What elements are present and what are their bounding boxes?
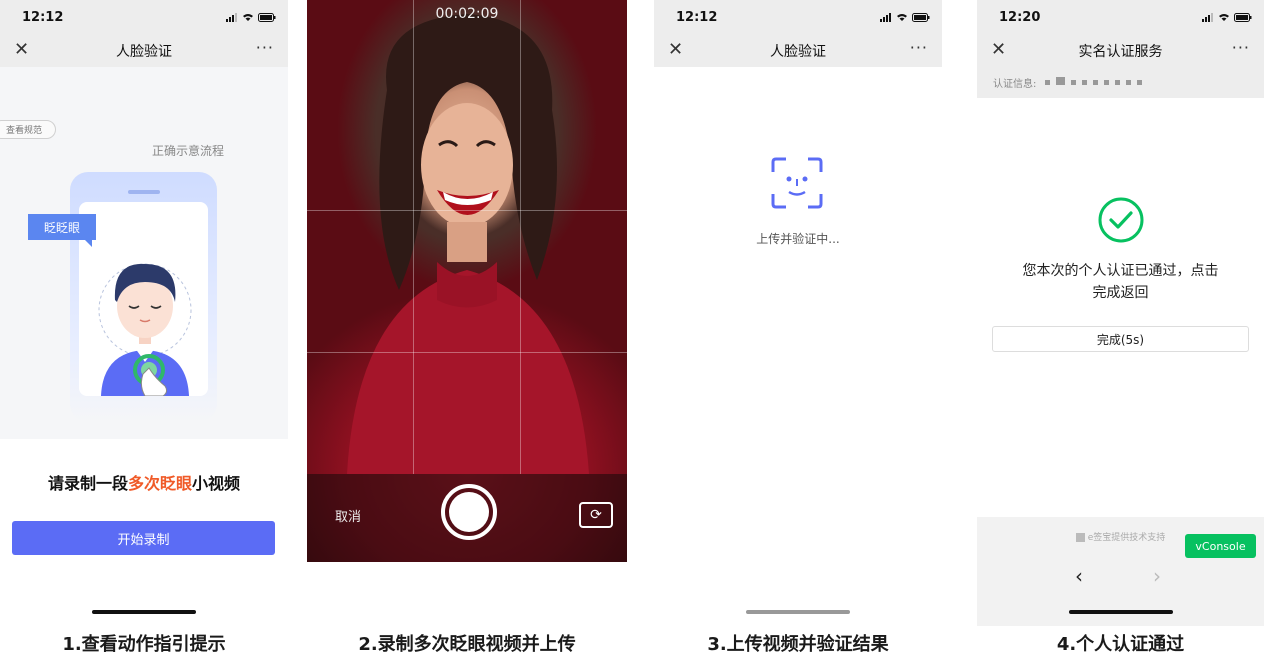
wifi-icon — [1219, 13, 1229, 21]
provider-text: e签宝提供技术支持 — [1087, 533, 1166, 543]
blink-action-tag: 眨眨眼 — [28, 214, 96, 247]
face-scan-icon — [771, 157, 823, 209]
signal-icon — [226, 12, 237, 22]
step-caption: 3.上传视频并验证结果 — [707, 634, 889, 655]
wifi-icon — [243, 13, 253, 21]
nav-bar: ✕ 实名认证服务 ··· — [977, 34, 1264, 67]
status-time: 12:12 — [22, 9, 64, 25]
masked-cert-info — [1042, 77, 1145, 88]
phone-notch — [128, 190, 160, 194]
close-icon[interactable]: ✕ — [668, 40, 683, 60]
nav-bar: ✕ 人脸验证 ··· — [654, 34, 942, 67]
home-indicator — [1068, 610, 1173, 614]
forward-arrow-icon[interactable]: › — [1153, 564, 1161, 588]
status-icons — [880, 12, 930, 22]
phone-screen — [79, 202, 208, 397]
screen-camera-recording: 00:02:09 取消 ⟳ — [307, 0, 627, 562]
success-check-icon — [1098, 197, 1144, 243]
success-message-line: 您本次的个人认证已通过，点击 — [1022, 263, 1219, 279]
success-message: 您本次的个人认证已通过，点击 完成返回 — [997, 260, 1244, 304]
phone-illustration — [70, 172, 217, 422]
close-icon[interactable]: ✕ — [14, 40, 29, 60]
cert-info-label: 认证信息: — [993, 79, 1037, 90]
recording-timer: 00:02:09 — [435, 6, 499, 22]
signal-icon — [880, 12, 891, 22]
view-spec-button[interactable]: 查看规范 — [0, 120, 56, 139]
start-recording-button[interactable]: 开始录制 — [12, 521, 275, 555]
flip-camera-icon[interactable]: ⟳ — [579, 502, 613, 528]
status-bar: 12:12 — [654, 0, 942, 34]
battery-icon — [258, 12, 276, 22]
back-arrow-icon[interactable]: ‹ — [1075, 564, 1083, 588]
home-indicator — [746, 610, 850, 614]
upload-status-text: 上传并验证中... — [756, 232, 840, 246]
page-title: 人脸验证 — [770, 43, 826, 60]
status-bar: 12:12 — [0, 0, 288, 34]
certification-info-bar: 认证信息: — [977, 67, 1264, 98]
more-icon[interactable]: ··· — [1232, 38, 1250, 57]
prompt-highlight: 多次眨眼 — [127, 474, 192, 493]
page-title: 实名认证服务 — [1078, 43, 1163, 60]
camera-grid-line — [520, 0, 521, 474]
prompt-text-end: 小视频 — [192, 474, 241, 493]
status-icons — [1202, 12, 1252, 22]
home-indicator — [92, 610, 196, 614]
status-bar: 12:20 — [977, 0, 1264, 34]
battery-icon — [1234, 12, 1252, 22]
prompt-text-start: 请录制一段 — [47, 474, 128, 493]
done-button[interactable]: 完成(5s) — [992, 326, 1249, 352]
screen-verification-passed: 12:20 ✕ 实名认证服务 ··· 认证信息: 您本次的个人认证已通过，点击 … — [977, 0, 1264, 626]
person-blinking-illustration — [98, 263, 192, 397]
camera-grid-line — [413, 0, 414, 474]
close-icon[interactable]: ✕ — [991, 40, 1006, 60]
status-time: 12:12 — [676, 9, 718, 25]
more-icon[interactable]: ··· — [256, 38, 274, 57]
camera-grid-line — [307, 352, 627, 353]
record-prompt: 请录制一段多次眨眼小视频 — [0, 470, 288, 494]
success-message-line: 完成返回 — [1092, 285, 1149, 301]
shutter-button[interactable] — [441, 484, 497, 540]
cancel-recording-button[interactable]: 取消 — [335, 506, 361, 525]
status-time: 12:20 — [999, 9, 1041, 25]
screen-action-guide: 12:12 ✕ 人脸验证 ··· 查看规范 正确示意流程 眨眨眼 请录制一段多次… — [0, 0, 288, 626]
flow-label: 正确示意流程 — [151, 144, 224, 158]
camera-grid-line — [307, 210, 627, 211]
camera-control-bar: 取消 ⟳ — [307, 474, 627, 562]
battery-icon — [912, 12, 930, 22]
status-icons — [226, 12, 276, 22]
vconsole-button[interactable]: vConsole — [1185, 534, 1256, 558]
step-caption: 4.个人认证通过 — [1056, 634, 1185, 655]
page-title: 人脸验证 — [116, 43, 172, 60]
nav-bar: ✕ 人脸验证 ··· — [0, 34, 288, 67]
wifi-icon — [897, 13, 907, 21]
step-caption: 2.录制多次眨眼视频并上传 — [358, 634, 576, 655]
more-icon[interactable]: ··· — [910, 38, 928, 57]
step-caption: 1.查看动作指引提示 — [62, 634, 226, 655]
signal-icon — [1202, 12, 1213, 22]
provider-logo-icon — [1075, 533, 1085, 542]
screen-uploading: 12:12 ✕ 人脸验证 ··· 上传并验证中... — [654, 0, 942, 626]
